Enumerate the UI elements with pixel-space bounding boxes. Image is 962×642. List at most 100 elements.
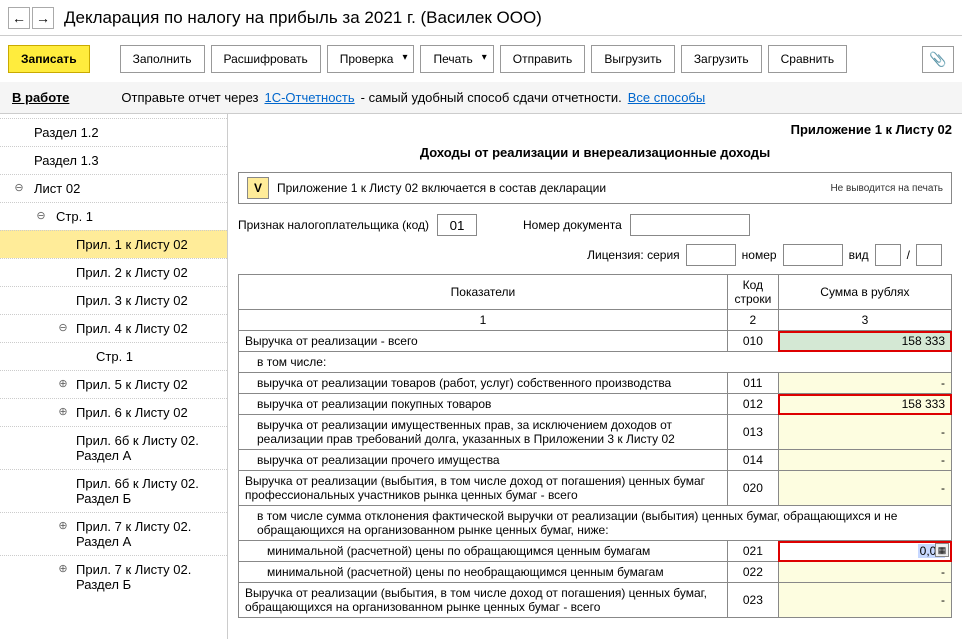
cell-code: 020 [727,471,778,506]
tree-item[interactable]: ⊕ Прил. 5 к Листу 02 [0,370,227,398]
license-series-input[interactable] [686,244,736,266]
fill-button[interactable]: Заполнить [120,45,205,73]
section-subtitle: Доходы от реализации и внереализационные… [238,145,952,160]
print-dropdown[interactable]: Печать [420,45,493,73]
send-button[interactable]: Отправить [500,45,586,73]
no-print-note: Не выводится на печать [830,183,943,194]
compare-button[interactable]: Сравнить [768,45,847,73]
cell-indicator: выручка от реализации имущественных прав… [239,415,728,450]
nav-back-button[interactable]: ← [8,7,30,29]
number-label: номер [742,248,777,262]
tree-toggle-icon[interactable]: ⊕ [56,562,70,575]
tree-toggle-icon[interactable]: ⊖ [12,181,26,194]
tree-toggle-icon[interactable]: ⊕ [56,405,70,418]
tree-toggle-icon[interactable]: ⊖ [56,321,70,334]
decode-button[interactable]: Расшифровать [211,45,321,73]
table-row: Выручка от реализации - всего010158 333 [239,331,952,352]
col-sum: Сумма в рублях [778,275,951,310]
export-button[interactable]: Выгрузить [591,45,675,73]
cell-sum[interactable]: - [778,450,951,471]
tree-item[interactable]: ⊖ Лист 02 [0,174,227,202]
tree-item-label: Стр. 1 [96,349,133,364]
cell-sum[interactable]: - [778,562,951,583]
tree-item[interactable]: Раздел 1.3 [0,146,227,174]
taxpayer-code-input[interactable] [437,214,477,236]
cell-indicator: Выручка от реализации (выбытия, в том чи… [239,583,728,618]
table-row: минимальной (расчетной) цены по необраща… [239,562,952,583]
tree-item[interactable]: Стр. 1 [0,342,227,370]
table-row: в том числе: [239,352,952,373]
cell-code: 014 [727,450,778,471]
cell-indicator: минимальной (расчетной) цены по необраща… [239,562,728,583]
cell-indicator: Выручка от реализации - всего [239,331,728,352]
license-type1-input[interactable] [875,244,901,266]
tree-item[interactable]: Прил. 3 к Листу 02 [0,286,227,314]
taxpayer-code-label: Признак налогоплательщика (код) [238,218,429,232]
check-dropdown[interactable]: Проверка [327,45,415,73]
status-label[interactable]: В работе [12,90,69,105]
cell-indicator: выручка от реализации прочего имущества [239,450,728,471]
cell-calculator-icon[interactable]: ▦ [935,543,949,557]
cell-sum[interactable]: - [778,583,951,618]
tree-item[interactable]: Прил. 2 к Листу 02 [0,258,227,286]
cell-sum[interactable]: 0,00▦ [778,541,951,562]
include-checkbox[interactable]: V [247,177,269,199]
col-num3: 3 [778,310,951,331]
cell-indicator: выручка от реализации покупных товаров [239,394,728,415]
appendix-header: Приложение 1 к Листу 02 [238,122,952,137]
table-row: выручка от реализации покупных товаров01… [239,394,952,415]
cell-sum[interactable]: - [778,471,951,506]
tree-item[interactable]: Прил. 6б к Листу 02. Раздел Б [0,469,227,512]
cell-sum[interactable]: - [778,415,951,450]
save-button[interactable]: Записать [8,45,90,73]
cell-indicator: Выручка от реализации (выбытия, в том чи… [239,471,728,506]
cell-code: 011 [727,373,778,394]
table-row: минимальной (расчетной) цены по обращающ… [239,541,952,562]
tree-toggle-icon[interactable]: ⊕ [56,519,70,532]
tree-item[interactable]: ⊖ Прил. 4 к Листу 02 [0,314,227,342]
col-num2: 2 [727,310,778,331]
tree-item-label: Стр. 1 [56,209,93,224]
include-checkbox-row: V Приложение 1 к Листу 02 включается в с… [238,172,952,204]
tree-item[interactable]: ⊕ Прил. 7 к Листу 02. Раздел А [0,512,227,555]
cell-sum[interactable]: 158 333 [778,394,951,415]
table-row: в том числе сумма отклонения фактической… [239,506,952,541]
tree-item[interactable]: Прил. 6б к Листу 02. Раздел А [0,426,227,469]
license-type2-input[interactable] [916,244,942,266]
tree-item-label: Лист 02 [34,181,80,196]
tree-item-label: Прил. 6б к Листу 02. Раздел Б [76,476,199,506]
tree-item-label: Прил. 6б к Листу 02. Раздел А [76,433,199,463]
tree-item-label: Прил. 5 к Листу 02 [76,377,188,392]
cell-sum[interactable]: - [778,373,951,394]
import-button[interactable]: Загрузить [681,45,762,73]
tree-item-label: Прил. 7 к Листу 02. Раздел А [76,519,191,549]
table-row: выручка от реализации товаров (работ, ус… [239,373,952,394]
license-number-input[interactable] [783,244,843,266]
tree-item[interactable]: ⊖ Стр. 1 [0,202,227,230]
tree-item-label: Прил. 4 к Листу 02 [76,321,188,336]
tree-item[interactable]: ⊕ Прил. 6 к Листу 02 [0,398,227,426]
cell-indicator: в том числе: [239,352,952,373]
cell-indicator: минимальной (расчетной) цены по обращающ… [239,541,728,562]
cell-code: 013 [727,415,778,450]
nav-forward-button[interactable]: → [32,7,54,29]
cell-code: 010 [727,331,778,352]
tree-item[interactable]: Прил. 1 к Листу 02 [0,230,227,258]
docnum-input[interactable] [630,214,750,236]
tree-item-label: Прил. 6 к Листу 02 [76,405,188,420]
table-row: Выручка от реализации (выбытия, в том чи… [239,583,952,618]
tree-item[interactable]: Раздел 1.2 [0,118,227,146]
reporting-link[interactable]: 1С-Отчетность [264,90,354,105]
col-indicators: Показатели [239,275,728,310]
docnum-label: Номер документа [523,218,622,232]
cell-sum[interactable]: 158 333 [778,331,951,352]
tree-item-label: Прил. 2 к Листу 02 [76,265,188,280]
tree-toggle-icon[interactable]: ⊖ [34,209,48,222]
attach-button[interactable]: 📎 [922,46,954,73]
all-methods-link[interactable]: Все способы [628,90,705,105]
tree-item[interactable]: ⊕Прил. 7 к Листу 02. Раздел Б [0,555,227,598]
col-num1: 1 [239,310,728,331]
infobar-text2: - самый удобный способ сдачи отчетности. [361,90,622,105]
tree-toggle-icon[interactable]: ⊕ [56,377,70,390]
table-row: Выручка от реализации (выбытия, в том чи… [239,471,952,506]
